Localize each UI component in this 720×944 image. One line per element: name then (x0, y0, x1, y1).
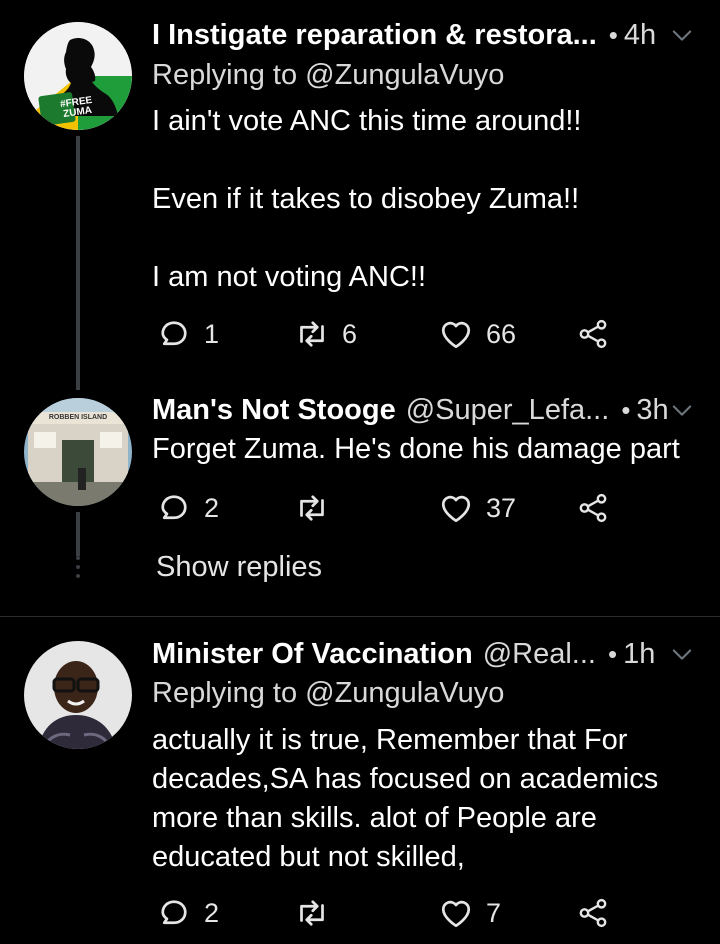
tweet-text: Forget Zuma. He's done his damage part (152, 430, 700, 469)
like-button[interactable]: 37 (438, 486, 516, 530)
replying-to[interactable]: Replying to @ZungulaVuyo (152, 59, 504, 92)
like-count: 37 (486, 492, 517, 523)
share-button[interactable] (576, 486, 610, 530)
tweet-header: Man's Not Stooge @Super_Lefa... • 3h (152, 388, 696, 432)
display-name[interactable]: I Instigate reparation & restora... (152, 19, 597, 52)
avatar-photo-icon (24, 641, 132, 749)
reply-count: 2 (204, 897, 220, 928)
tweet-text-line: I ain't vote ANC this time around!! (152, 105, 582, 137)
tweet-text: I ain't vote ANC this time around!! Even… (152, 102, 700, 297)
retweet-count: 6 (342, 318, 358, 349)
user-handle[interactable]: @Super_Lefa... (406, 394, 610, 427)
retweet-button[interactable] (294, 486, 342, 530)
reply-icon (156, 895, 192, 931)
tweet-text-line: Forget Zuma. He's done his damage part (152, 433, 680, 465)
retweet-button[interactable] (294, 891, 342, 935)
avatar[interactable] (24, 641, 132, 749)
chevron-down-icon[interactable] (668, 640, 696, 668)
retweet-icon (294, 316, 330, 352)
share-icon (576, 317, 610, 351)
show-replies-link[interactable]: Show replies (156, 551, 322, 584)
tweet-header: Minister Of Vaccination @Real... • 1h (152, 632, 696, 676)
tweet-text: actually it is true, Remember that For d… (152, 721, 700, 877)
like-button[interactable]: 7 (438, 891, 501, 935)
like-button[interactable]: 66 (438, 312, 516, 356)
timestamp[interactable]: 1h (623, 638, 655, 671)
like-count: 7 (486, 897, 502, 928)
reply-button[interactable]: 1 (156, 312, 219, 356)
thread-line (76, 512, 80, 556)
user-handle[interactable]: @Real... (483, 638, 596, 671)
tweet-actions: 1 6 66 (152, 312, 622, 356)
display-name[interactable]: Minister Of Vaccination (152, 638, 473, 671)
tweet[interactable]: ROBBEN ISLAND Man's Not Stooge @Super_Le… (0, 390, 720, 616)
retweet-icon (294, 490, 330, 526)
tweet[interactable]: Minister Of Vaccination @Real... • 1h Re… (0, 617, 720, 944)
reply-button[interactable]: 2 (156, 486, 219, 530)
reply-button[interactable]: 2 (156, 891, 219, 935)
avatar-sign: ROBBEN ISLAND (48, 414, 108, 421)
like-icon (438, 316, 474, 352)
replying-to[interactable]: Replying to @ZungulaVuyo (152, 677, 504, 710)
like-icon (438, 490, 474, 526)
chevron-down-icon[interactable] (668, 21, 696, 49)
share-icon (576, 896, 610, 930)
tweet[interactable]: #FREE ZUMA I Instigate reparation & rest… (0, 0, 720, 390)
tweet-text-line: I am not voting ANC!! (152, 261, 427, 293)
timestamp[interactable]: 3h (636, 394, 668, 427)
avatar[interactable]: #FREE ZUMA (24, 22, 132, 130)
thread-dots (76, 556, 80, 583)
tweet-actions: 2 37 (152, 486, 622, 530)
tweet-header: I Instigate reparation & restora... • 4h (152, 13, 696, 57)
separator-dot: • (607, 638, 618, 669)
chevron-down-icon[interactable] (668, 396, 696, 424)
reply-icon (156, 316, 192, 352)
reply-icon (156, 490, 192, 526)
retweet-button[interactable]: 6 (294, 312, 357, 356)
display-name[interactable]: Man's Not Stooge (152, 394, 396, 427)
tweet-text-line: actually it is true, Remember that For d… (152, 724, 659, 873)
tweet-text-line: Even if it takes to disobey Zuma!! (152, 183, 580, 215)
share-button[interactable] (576, 891, 610, 935)
share-button[interactable] (576, 312, 610, 356)
separator-dot: • (621, 394, 631, 425)
like-icon (438, 895, 474, 931)
tweet-actions: 2 7 (152, 891, 622, 935)
thread-line (76, 136, 80, 390)
share-icon (576, 491, 610, 525)
avatar[interactable]: ROBBEN ISLAND (24, 398, 132, 506)
like-count: 66 (486, 318, 517, 349)
reply-count: 1 (204, 318, 220, 349)
retweet-icon (294, 895, 330, 931)
separator-dot: • (608, 19, 618, 50)
timestamp[interactable]: 4h (624, 19, 656, 52)
reply-count: 2 (204, 492, 220, 523)
